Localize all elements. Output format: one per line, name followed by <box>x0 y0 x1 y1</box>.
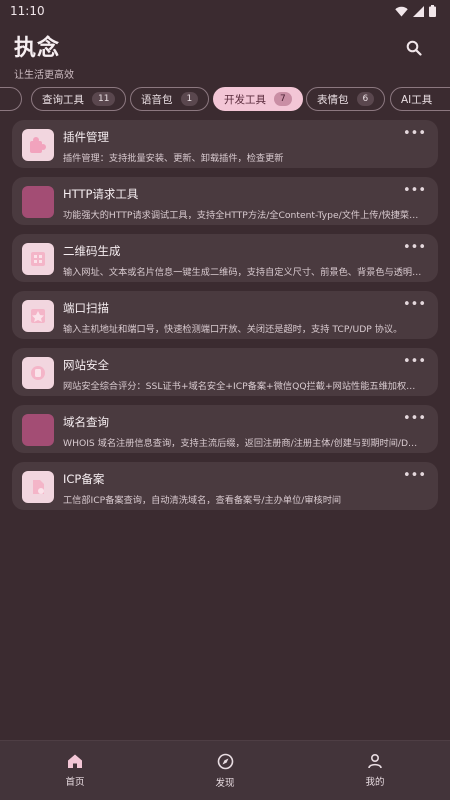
tool-title: HTTP请求工具 <box>63 187 139 201</box>
nav-label: 首页 <box>65 777 85 788</box>
more-options-button[interactable]: ••• <box>403 240 426 255</box>
nav-item-home[interactable]: 首页 <box>35 753 115 788</box>
app-header: 执念 让生活更高效 <box>14 30 436 81</box>
tool-title: 插件管理 <box>63 130 109 144</box>
document-icon <box>22 471 54 503</box>
nav-label: 我的 <box>365 777 385 788</box>
tab-query-tools[interactable]: 查询工具 11 <box>31 87 127 111</box>
search-icon <box>406 40 422 56</box>
more-options-button[interactable]: ••• <box>403 183 426 198</box>
wifi-icon <box>395 6 408 16</box>
tool-card-http-request[interactable]: HTTP请求工具 功能强大的HTTP请求调试工具，支持全HTTP方法/全Cont… <box>12 177 438 225</box>
tool-card-site-security[interactable]: 网站安全 网站安全综合评分：SSL证书+域名安全+ICP备案+微信QQ拦截+网站… <box>12 348 438 396</box>
search-button[interactable] <box>406 40 428 62</box>
tool-card-plugin-manager[interactable]: 插件管理 插件管理：支持批量安装、更新、卸载插件，检查更新 ••• <box>12 120 438 168</box>
tool-card-domain-query[interactable]: 域名查询 WHOIS 域名注册信息查询，支持主流后缀，返回注册商/注册主体/创建… <box>12 405 438 453</box>
tool-title: 网站安全 <box>63 358 109 372</box>
signal-icon <box>413 5 424 17</box>
tool-title: 二维码生成 <box>63 244 121 258</box>
nav-item-profile[interactable]: 我的 <box>335 753 415 788</box>
http-icon <box>22 186 54 218</box>
qrcode-icon <box>22 243 54 275</box>
tab-count-badge: 11 <box>92 92 116 106</box>
tab-count-badge: 7 <box>274 92 292 106</box>
nav-item-discover[interactable]: 发现 <box>185 753 265 789</box>
tab-count-badge: 1 <box>180 92 199 106</box>
tool-description: 工信部ICP备案查询，自动清洗域名，查看备案号/主办单位/审核时间 <box>63 495 342 506</box>
tab-label: 查询工具 <box>42 93 84 106</box>
tool-description: 网站安全综合评分：SSL证书+域名安全+ICP备案+微信QQ拦截+网站性能五维加… <box>63 381 423 392</box>
tool-description: 输入网址、文本或名片信息一键生成二维码，支持自定义尺寸、前景色、背景色与透明… <box>63 267 422 278</box>
tab-stickers[interactable]: 表情包 6 <box>306 87 386 111</box>
battery-icon <box>429 5 436 17</box>
more-options-button[interactable]: ••• <box>403 297 426 312</box>
more-options-button[interactable]: ••• <box>403 354 426 369</box>
home-icon <box>68 754 82 768</box>
tab-label: AI工具 <box>401 93 433 106</box>
tool-description: 输入主机地址和端口号，快速检测端口开放、关闭还是超时，支持 TCP/UDP 协议… <box>63 324 403 335</box>
shield-icon <box>22 357 54 389</box>
tool-card-port-scan[interactable]: 端口扫描 输入主机地址和端口号，快速检测端口开放、关闭还是超时，支持 TCP/U… <box>12 291 438 339</box>
tool-description: WHOIS 域名注册信息查询，支持主流后缀，返回注册商/注册主体/创建与到期时间… <box>63 438 423 449</box>
more-options-button[interactable]: ••• <box>403 126 426 141</box>
tab-dev-tools[interactable]: 开发工具 7 <box>213 87 303 111</box>
user-icon <box>368 753 382 769</box>
compass-icon <box>217 753 233 769</box>
tab-count-badge: 6 <box>356 92 375 106</box>
category-tabs: 查询工具 11 语音包 1 开发工具 7 表情包 6 AI工具 <box>0 87 450 111</box>
puzzle-icon <box>22 129 54 161</box>
app-title: 执念 <box>14 36 61 61</box>
tool-title: 端口扫描 <box>63 301 109 315</box>
port-scan-icon <box>22 300 54 332</box>
tool-description: 插件管理：支持批量安装、更新、卸载插件，检查更新 <box>63 153 284 164</box>
tool-card-icp-record[interactable]: ICP备案 工信部ICP备案查询，自动清洗域名，查看备案号/主办单位/审核时间 … <box>12 462 438 510</box>
tab-partial-left[interactable] <box>0 87 22 111</box>
tab-voice-pack[interactable]: 语音包 1 <box>130 87 210 111</box>
more-options-button[interactable]: ••• <box>403 468 426 483</box>
status-time: 11:10 <box>10 4 45 18</box>
bottom-navigation: 首页 发现 我的 <box>0 740 450 800</box>
tab-label: 开发工具 <box>224 93 266 106</box>
tool-card-qrcode[interactable]: 二维码生成 输入网址、文本或名片信息一键生成二维码，支持自定义尺寸、前景色、背景… <box>12 234 438 282</box>
tab-ai-tools[interactable]: AI工具 <box>390 87 450 111</box>
app-subtitle: 让生活更高效 <box>14 70 74 81</box>
tab-label: 语音包 <box>141 93 173 106</box>
status-icons <box>395 5 436 17</box>
nav-label: 发现 <box>215 777 235 789</box>
tool-title: 域名查询 <box>63 415 109 429</box>
domain-icon <box>22 414 54 446</box>
tool-description: 功能强大的HTTP请求调试工具，支持全HTTP方法/全Content-Type/… <box>63 210 419 221</box>
status-bar: 11:10 <box>0 0 450 22</box>
tab-label: 表情包 <box>317 93 349 106</box>
tool-title: ICP备案 <box>63 472 105 486</box>
more-options-button[interactable]: ••• <box>403 411 426 426</box>
